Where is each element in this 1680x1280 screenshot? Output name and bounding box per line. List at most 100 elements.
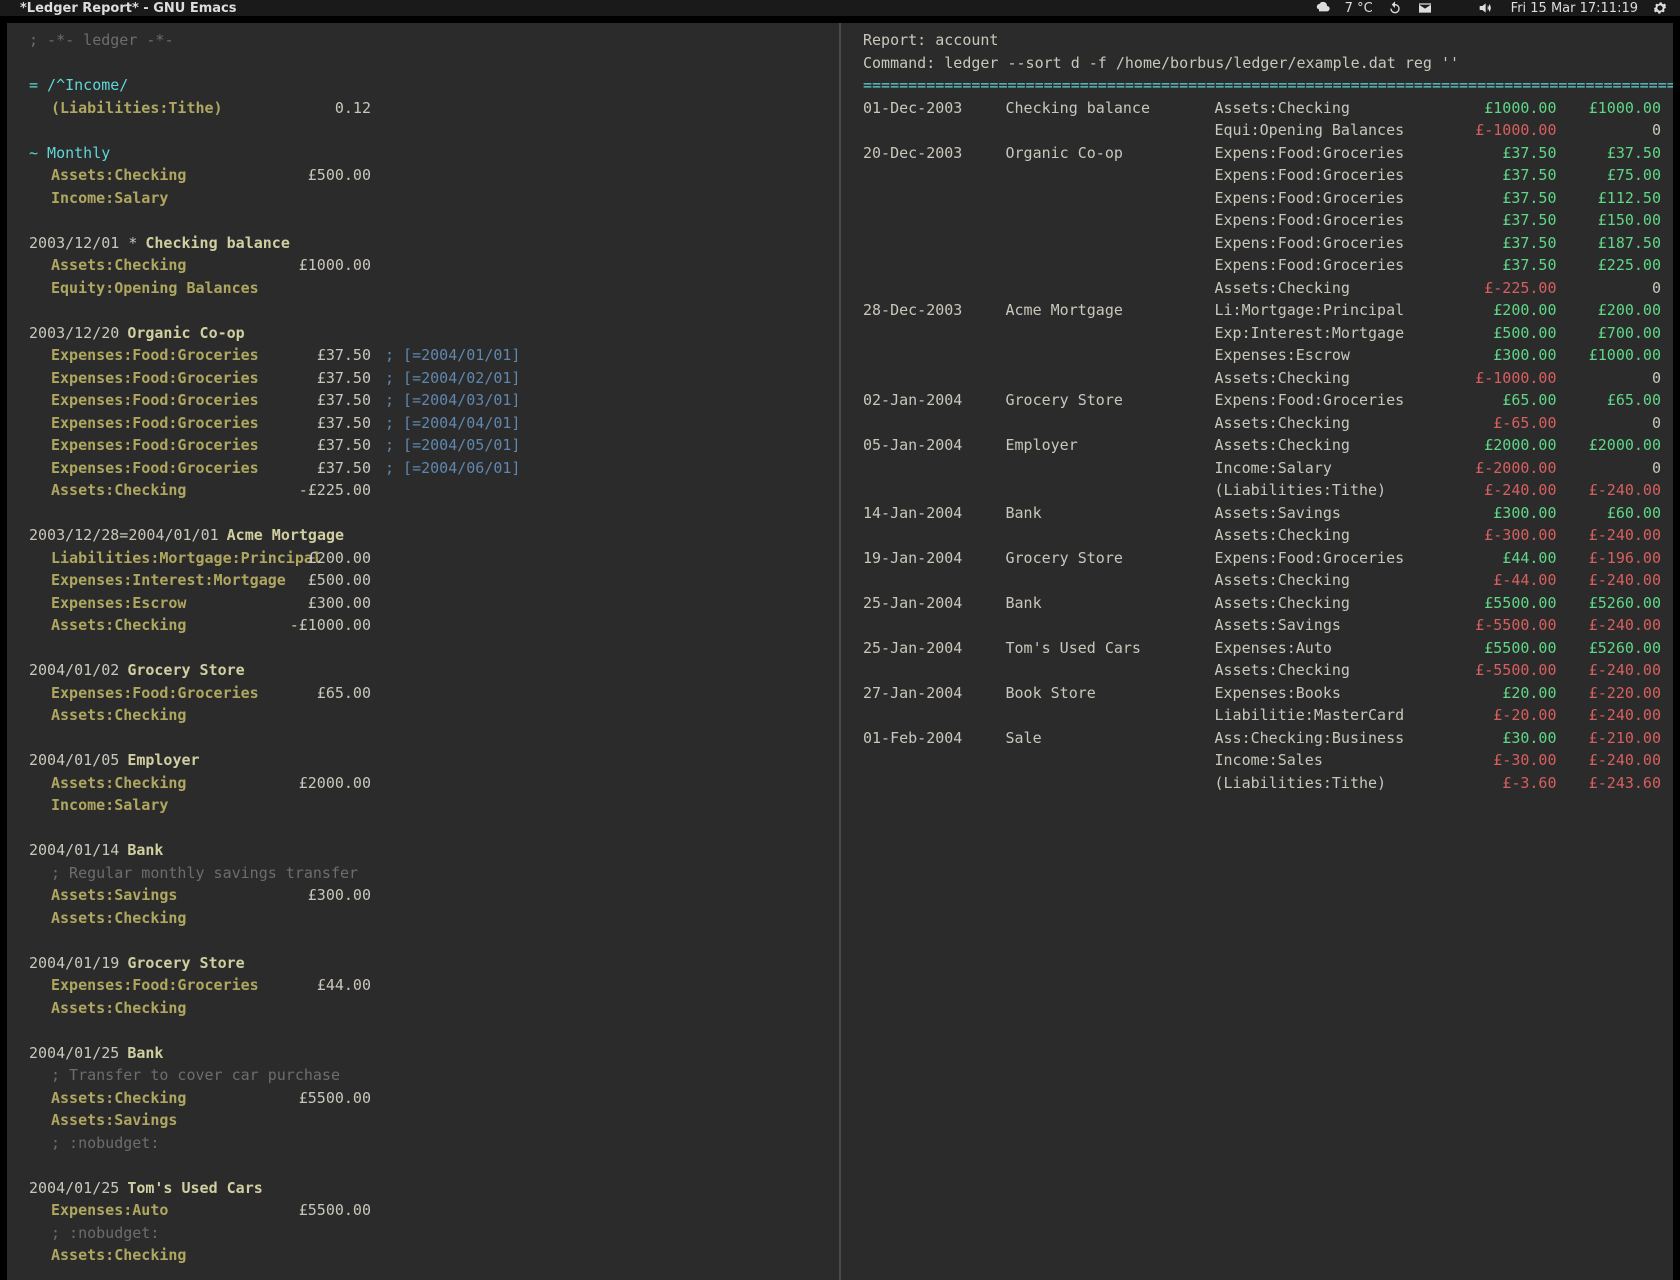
txn-date: 2003/12/20 — [29, 322, 119, 345]
posting-row: Assets:Checking-£1000.00 — [29, 614, 827, 637]
posting-note: ; [=2004/01/01] — [371, 344, 520, 367]
txn-date: 2004/01/14 — [29, 839, 119, 862]
txn-header: 2003/12/20 Organic Co-op — [29, 322, 827, 345]
ledger-source-buffer[interactable]: ; -*- ledger -*- = /^Income/(Liabilities… — [7, 23, 839, 1280]
report-row: Assets:Checking£-1000.000 — [863, 367, 1661, 390]
volume-icon[interactable] — [1477, 0, 1493, 16]
report-amount: £-225.00 — [1452, 277, 1557, 300]
report-date: 27-Jan-2004 — [863, 682, 1006, 705]
report-row: Expens:Food:Groceries£37.50£112.50 — [863, 187, 1661, 210]
report-balance: £37.50 — [1557, 142, 1662, 165]
account: Expenses:Food:Groceries — [51, 974, 281, 997]
report-payee: Bank — [1006, 592, 1215, 615]
posting-row: Assets:Checking£1000.00 — [29, 254, 827, 277]
posting-row: Expenses:Food:Groceries£37.50; [=2004/05… — [29, 434, 827, 457]
report-amount: £-240.00 — [1452, 479, 1557, 502]
report-account: Equi:Opening Balances — [1215, 119, 1453, 142]
report-amount: £-300.00 — [1452, 524, 1557, 547]
posting-row: Income:Salary — [29, 794, 827, 817]
network-icon[interactable] — [1447, 0, 1463, 16]
posting-row: Assets:Checking — [29, 997, 827, 1020]
report-row: 14-Jan-2004BankAssets:Savings£300.00£60.… — [863, 502, 1661, 525]
posting-row: Assets:Savings — [29, 1109, 827, 1132]
amount — [281, 1244, 371, 1267]
report-amount: £37.50 — [1452, 232, 1557, 255]
posting-row: Expenses:Food:Groceries£37.50; [=2004/04… — [29, 412, 827, 435]
comment: ; -*- ledger -*- — [29, 29, 827, 52]
report-row: 02-Jan-2004Grocery StoreExpens:Food:Groc… — [863, 389, 1661, 412]
report-account: Assets:Checking — [1215, 367, 1453, 390]
posting-row: Expenses:Food:Groceries£37.50; [=2004/06… — [29, 457, 827, 480]
account: Liabilities:Mortgage:Principal — [51, 547, 281, 570]
periodic-rule: ~ Monthly — [29, 144, 110, 162]
account: Expenses:Interest:Mortgage — [51, 569, 281, 592]
txn-payee: Employer — [127, 749, 199, 772]
report-balance: £-196.00 — [1557, 547, 1662, 570]
report-date — [863, 412, 1006, 435]
report-payee — [1006, 367, 1215, 390]
report-balance: £150.00 — [1557, 209, 1662, 232]
posting-row: Assets:Savings£300.00 — [29, 884, 827, 907]
left-window[interactable]: ; -*- ledger -*- = /^Income/(Liabilities… — [7, 23, 839, 1280]
report-date — [863, 367, 1006, 390]
account: Assets:Checking — [51, 164, 281, 187]
system-tray: 7 °C Fri 15 Mar 17:11:19 — [1315, 0, 1668, 16]
report-account: Expens:Food:Groceries — [1215, 142, 1453, 165]
report-date — [863, 704, 1006, 727]
report-balance: £2000.00 — [1557, 434, 1662, 457]
report-date: 28-Dec-2003 — [863, 299, 1006, 322]
report-row: Equi:Opening Balances£-1000.000 — [863, 119, 1661, 142]
report-amount: £37.50 — [1452, 187, 1557, 210]
amount — [281, 1109, 371, 1132]
report-payee — [1006, 254, 1215, 277]
right-window[interactable]: Report: accountCommand: ledger --sort d … — [839, 23, 1673, 1280]
posting-row: Assets:Checking — [29, 907, 827, 930]
report-balance: £-240.00 — [1557, 479, 1662, 502]
txn-payee: Bank — [127, 839, 163, 862]
account: Assets:Checking — [51, 704, 281, 727]
report-row: 27-Jan-2004Book StoreExpenses:Books£20.0… — [863, 682, 1661, 705]
report-payee: Checking balance — [1006, 97, 1215, 120]
amount — [281, 277, 371, 300]
amount: 0.12 — [281, 97, 371, 120]
report-row: (Liabilities:Tithe)£-3.60£-243.60 — [863, 772, 1661, 795]
report-date — [863, 232, 1006, 255]
amount: £300.00 — [281, 884, 371, 907]
report-account: Expens:Food:Groceries — [1215, 547, 1453, 570]
report-date — [863, 254, 1006, 277]
txn-header: 2004/01/05Employer — [29, 749, 827, 772]
account: Expenses:Food:Groceries — [51, 389, 281, 412]
report-row: Assets:Checking£-225.000 — [863, 277, 1661, 300]
report-amount: £5500.00 — [1452, 592, 1557, 615]
report-amount: £2000.00 — [1452, 434, 1557, 457]
report-payee — [1006, 614, 1215, 637]
account: Expenses:Food:Groceries — [51, 412, 281, 435]
account: Assets:Checking — [51, 254, 281, 277]
ledger-report-buffer[interactable]: Report: accountCommand: ledger --sort d … — [841, 23, 1673, 1280]
report-date — [863, 277, 1006, 300]
txn-payee: Acme Mortgage — [227, 524, 344, 547]
report-row: Expenses:Escrow£300.00£1000.00 — [863, 344, 1661, 367]
txn-payee: Organic Co-op — [127, 322, 244, 345]
report-row: Assets:Checking£-44.00£-240.00 — [863, 569, 1661, 592]
report-balance: £-240.00 — [1557, 749, 1662, 772]
report-balance: £-240.00 — [1557, 704, 1662, 727]
weather-text: 7 °C — [1345, 1, 1373, 16]
refresh-icon[interactable] — [1387, 0, 1403, 16]
report-divider: ========================================… — [863, 74, 1661, 97]
amount — [281, 907, 371, 930]
report-date — [863, 457, 1006, 480]
mail-icon[interactable] — [1417, 0, 1433, 16]
txn-payee: Grocery Store — [127, 659, 244, 682]
report-amount: £-30.00 — [1452, 749, 1557, 772]
report-payee: Bank — [1006, 502, 1215, 525]
report-amount: £-3.60 — [1452, 772, 1557, 795]
txn-header: 2003/12/28=2004/01/01Acme Mortgage — [29, 524, 827, 547]
txn-payee: Tom's Used Cars — [127, 1177, 262, 1200]
report-amount: £1000.00 — [1452, 97, 1557, 120]
account: Income:Salary — [51, 187, 281, 210]
report-date — [863, 569, 1006, 592]
txn-date: 2004/01/02 — [29, 659, 119, 682]
settings-icon[interactable] — [1652, 0, 1668, 16]
comment: ; Transfer to cover car purchase — [29, 1064, 827, 1087]
